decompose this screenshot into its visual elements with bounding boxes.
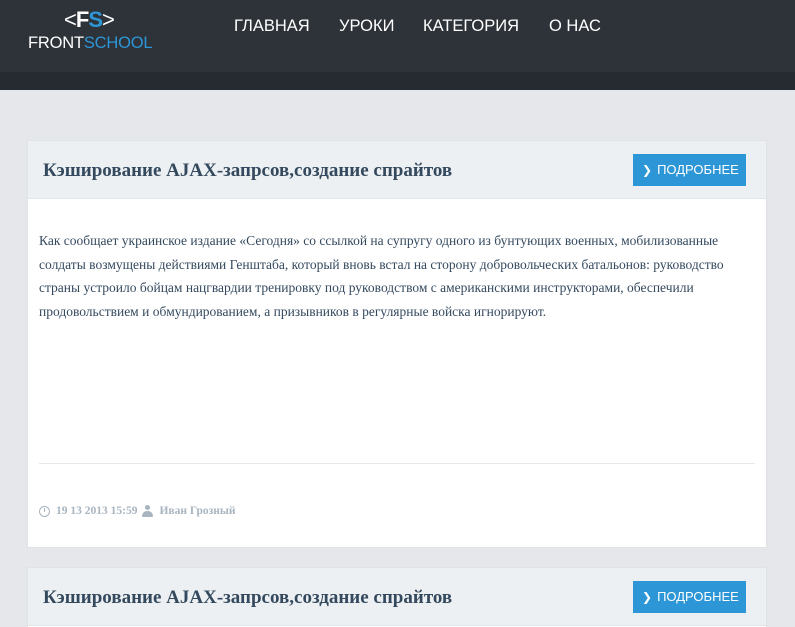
- nav-item-about[interactable]: О НАС: [549, 16, 601, 36]
- clock-icon: [39, 505, 50, 517]
- post-excerpt: Как сообщает украинское издание «Сегодня…: [39, 233, 724, 319]
- nav-item-lessons[interactable]: УРОКИ: [339, 16, 394, 36]
- nav-item-category[interactable]: КАТЕГОРИЯ: [423, 16, 519, 36]
- post-card-header: Кэширование AJAX-запрсов,создание спрайт…: [28, 141, 766, 199]
- read-more-label: ПОДРОБНЕЕ: [657, 162, 739, 177]
- read-more-label: ПОДРОБНЕЕ: [657, 589, 739, 604]
- post-card: Кэширование AJAX-запрсов,создание спрайт…: [27, 140, 767, 548]
- nav-item-home[interactable]: ГЛАВНАЯ: [234, 16, 310, 36]
- header-bottom-strip: [0, 72, 795, 90]
- site-header: <FS> FRONTSCHOOL ГЛАВНАЯ УРОКИ КАТЕГОРИЯ…: [0, 0, 795, 90]
- chevron-right-icon: ❯: [642, 163, 653, 177]
- read-more-button[interactable]: ❯ ПОДРОБНЕЕ: [633, 154, 746, 186]
- read-more-button[interactable]: ❯ ПОДРОБНЕЕ: [633, 581, 746, 613]
- main-nav: ГЛАВНАЯ УРОКИ КАТЕГОРИЯ О НАС: [0, 16, 795, 38]
- post-card-header: Кэширование AJAX-запрсов,создание спрайт…: [28, 568, 766, 626]
- user-icon: [142, 505, 154, 517]
- post-meta: 19 13 2013 15:59 Иван Грозный: [39, 503, 235, 519]
- post-title[interactable]: Кэширование AJAX-запрсов,создание спрайт…: [43, 160, 452, 182]
- post-divider: [39, 463, 755, 464]
- post-card: Кэширование AJAX-запрсов,создание спрайт…: [27, 567, 767, 627]
- post-author[interactable]: Иван Грозный: [159, 503, 235, 519]
- post-date: 19 13 2013 15:59: [56, 505, 138, 517]
- post-title[interactable]: Кэширование AJAX-запрсов,создание спрайт…: [43, 587, 452, 609]
- chevron-right-icon: ❯: [642, 590, 653, 604]
